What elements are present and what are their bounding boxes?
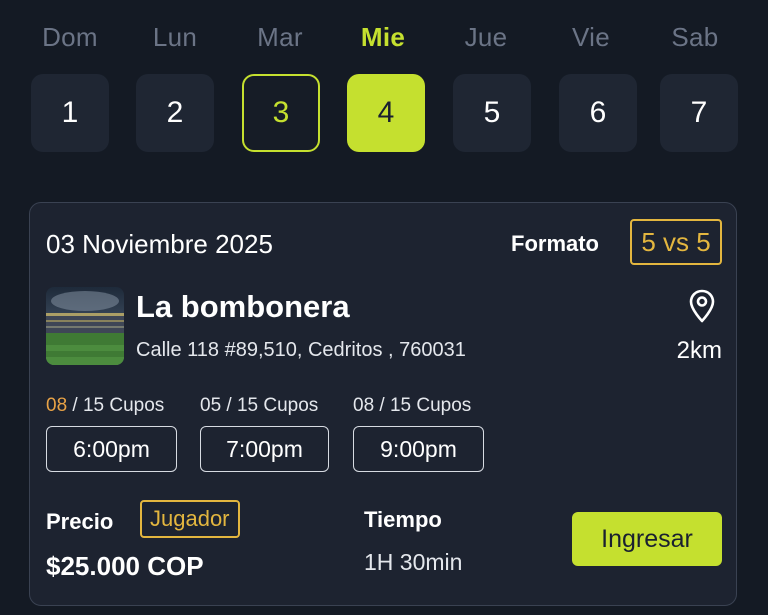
slot-taken-count: 08	[353, 395, 375, 416]
slot-capacity: / 15 Cupos	[374, 395, 472, 416]
day-name-jue: Jue	[464, 22, 508, 52]
distance-value: 2km	[676, 337, 722, 364]
map-pin-icon[interactable]	[688, 289, 716, 323]
stadium-photo	[46, 287, 124, 365]
time-slot-button[interactable]: 6:00pm	[46, 426, 177, 472]
slot-capacity: / 15 Cupos	[221, 395, 319, 416]
day-name-sab: Sab	[671, 22, 719, 52]
weekday-header: Dom Lun Mar Mie Jue Vie Sab	[0, 22, 768, 54]
slot-availability: 05 / 15 Cupos	[200, 395, 329, 417]
date-tile-7[interactable]: 7	[660, 74, 738, 152]
date-tile-6[interactable]: 6	[559, 74, 637, 152]
format-label: Formato	[511, 231, 599, 256]
date-tile-3[interactable]: 3	[242, 74, 320, 152]
time-slot: 08 / 15 Cupos 9:00pm	[353, 395, 484, 472]
venue-name: La bombonera	[136, 289, 350, 324]
price-label: Precio	[46, 509, 114, 534]
day-name-mar: Mar	[257, 22, 303, 52]
venue-thumbnail	[46, 287, 124, 365]
day-name-lun: Lun	[152, 22, 198, 52]
date-tile-4[interactable]: 4	[347, 74, 425, 152]
slot-taken-count: 05	[200, 395, 222, 416]
time-slot-button[interactable]: 9:00pm	[353, 426, 484, 472]
time-slot: 08 / 15 Cupos 6:00pm	[46, 395, 177, 472]
match-card: 03 Noviembre 2025 Formato 5 vs 5 La bomb…	[29, 202, 737, 606]
venue-address: Calle 118 #89,510, Cedritos , 760031	[136, 339, 466, 361]
date-tile-1[interactable]: 1	[31, 74, 109, 152]
slot-capacity: / 15 Cupos	[67, 395, 165, 416]
duration-value: 1H 30min	[364, 549, 463, 575]
date-tile-5[interactable]: 5	[453, 74, 531, 152]
date-tile-2[interactable]: 2	[136, 74, 214, 152]
day-name-vie: Vie	[571, 22, 610, 52]
price-value: $25.000 COP	[46, 551, 204, 581]
slot-availability: 08 / 15 Cupos	[353, 395, 484, 417]
day-name-mie: Mie	[360, 22, 406, 52]
duration-label: Tiempo	[364, 507, 442, 532]
join-button[interactable]: Ingresar	[572, 512, 722, 566]
day-name-dom: Dom	[42, 22, 98, 52]
time-slot-button[interactable]: 7:00pm	[200, 426, 329, 472]
match-date: 03 Noviembre 2025	[46, 229, 273, 259]
slot-availability: 08 / 15 Cupos	[46, 395, 177, 417]
date-picker: 1 2 3 4 5 6 7	[0, 74, 768, 152]
slot-taken-count: 08	[46, 395, 68, 416]
format-badge: 5 vs 5	[630, 219, 722, 265]
time-slot: 05 / 15 Cupos 7:00pm	[200, 395, 329, 472]
role-badge[interactable]: Jugador	[140, 500, 240, 538]
